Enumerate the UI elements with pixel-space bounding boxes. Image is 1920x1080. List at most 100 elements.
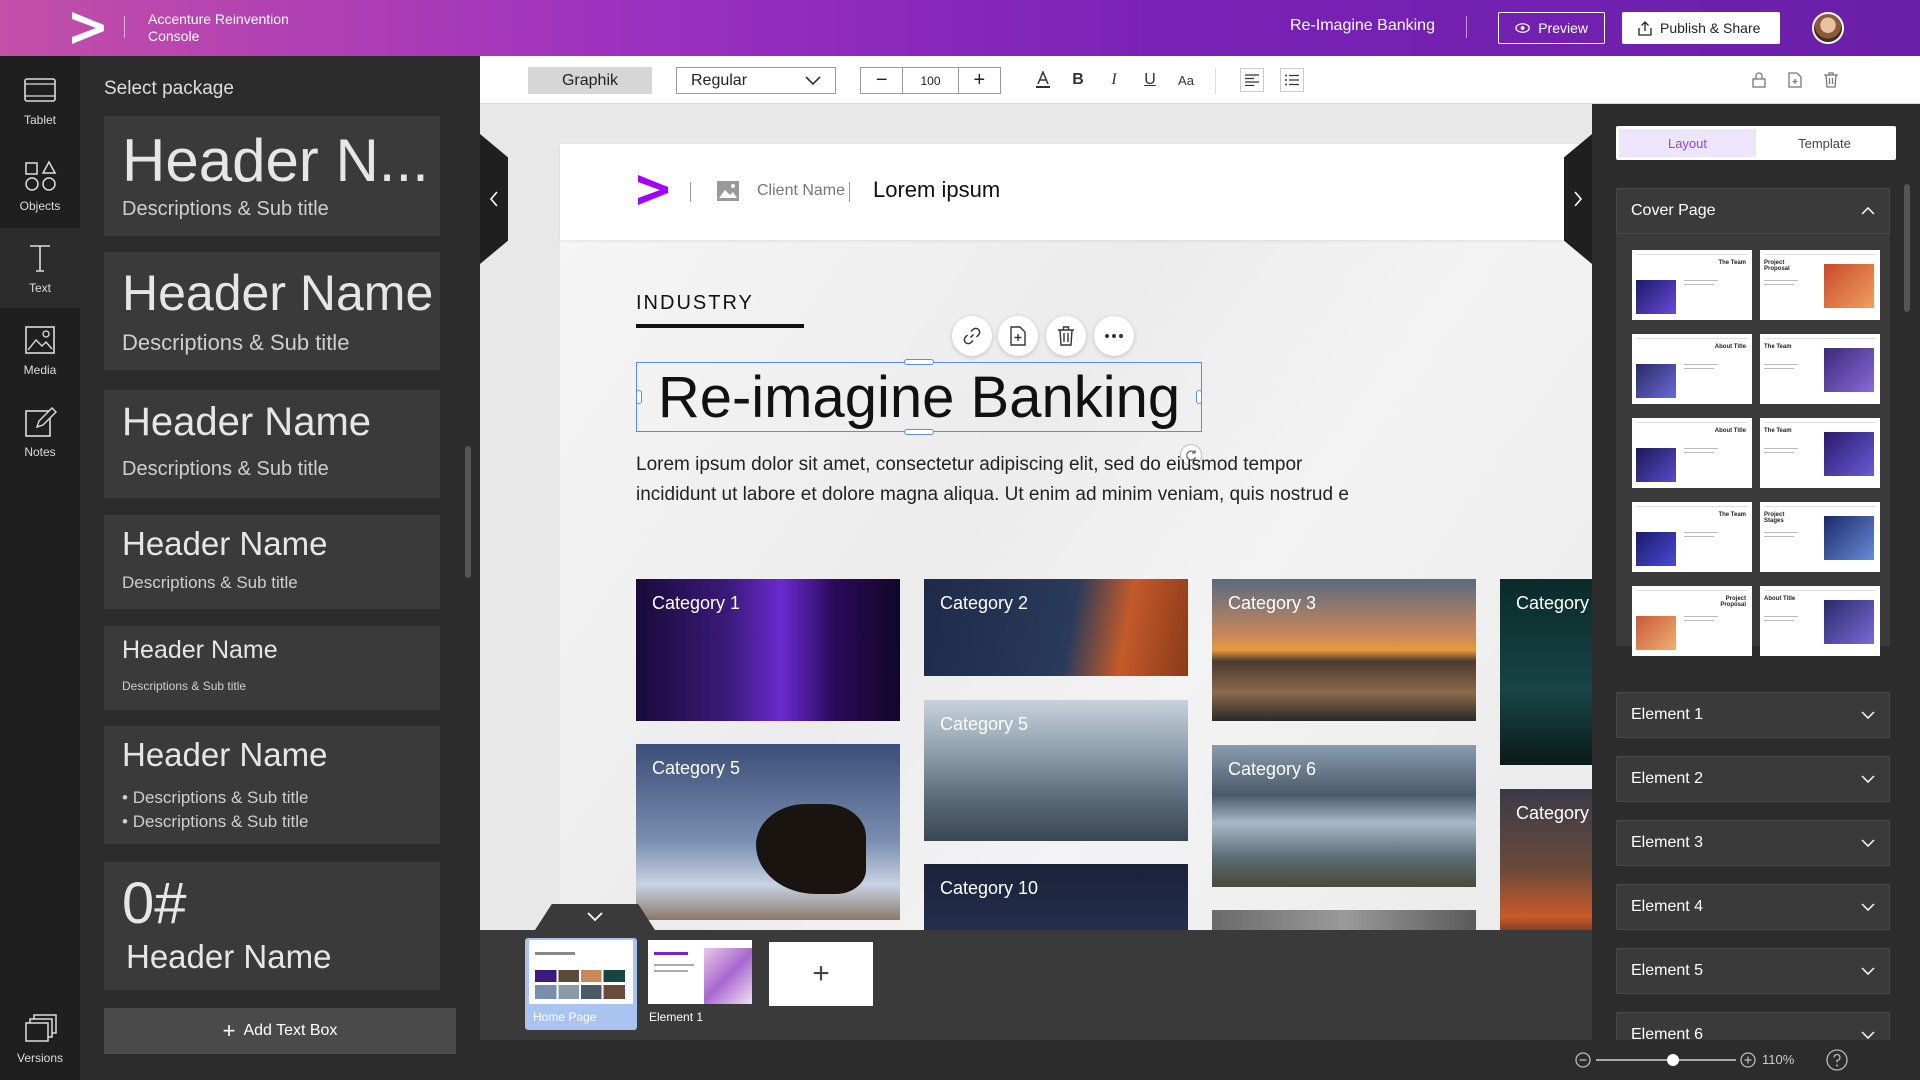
help-icon[interactable] [1826,1049,1848,1071]
rail-item-versions[interactable]: Versions [0,998,80,1078]
category-label: Category 6 [1228,759,1317,779]
text-color-icon[interactable] [1031,68,1055,92]
accenture-logo[interactable] [70,12,104,44]
duplicate-button[interactable] [998,316,1038,356]
resize-handle-top[interactable] [904,359,934,365]
template-thumb[interactable]: The Team [1760,334,1880,404]
element-accordion[interactable]: Element 3 [1616,820,1890,866]
category-tile-5[interactable]: Category 5 [636,744,900,920]
zoom-in-icon[interactable] [1740,1052,1756,1068]
slide-title[interactable]: Re-imagine Banking [636,362,1202,432]
package-card-5[interactable]: Header Name Descriptions & Sub title [104,626,440,710]
plus-icon: + [222,1018,236,1043]
category-tile-2[interactable]: Category 2 [924,579,1188,676]
element-accordion[interactable]: Element 5 [1616,948,1890,994]
template-line [1684,284,1714,285]
add-text-box-button[interactable]: + Add Text Box [104,1008,456,1054]
template-thumb[interactable]: The Team [1760,418,1880,488]
collapse-left-panel-button[interactable] [480,134,508,264]
more-options-button[interactable] [1094,316,1134,356]
category-tile-4[interactable]: Category [1500,579,1592,765]
editor-canvas[interactable]: Client Name Lorem ipsum INDUSTRY Re-imag… [480,104,1592,930]
element-accordion[interactable]: Element 2 [1616,756,1890,802]
resize-handle-bottom[interactable] [904,429,934,435]
template-thumb[interactable]: About Title [1632,334,1752,404]
text-icon [30,245,50,272]
publish-share-button[interactable]: Publish & Share [1622,12,1780,44]
align-left-icon[interactable] [1240,68,1264,92]
category-tile-10[interactable]: Category 10 [924,864,1188,930]
decrease-size-button[interactable]: − [861,68,902,93]
body-text[interactable]: Lorem ipsum dolor sit amet, consectetur … [636,450,1436,510]
user-avatar[interactable] [1812,12,1844,44]
zoom-slider-thumb[interactable] [1667,1054,1679,1066]
client-name[interactable]: Client Name [757,182,845,200]
template-line [1764,536,1794,537]
scrollbar-thumb[interactable] [1904,184,1910,312]
font-weight-select[interactable]: Regular [676,67,836,94]
add-page-button[interactable]: + [769,942,873,1006]
package-card-2[interactable]: Header Name Descriptions & Sub title [104,252,440,370]
template-thumb[interactable]: About Title [1632,418,1752,488]
category-tile-1[interactable]: Category 1 [636,579,900,721]
element-accordion[interactable]: Element 1 [1616,692,1890,738]
package-card-1[interactable]: Header N... Descriptions & Sub title [104,116,440,236]
font-size-value[interactable]: 100 [902,68,959,93]
font-family-select[interactable]: Graphik [528,67,652,94]
link-button[interactable] [952,316,992,356]
zoom-out-icon[interactable] [1575,1052,1591,1068]
template-thumb[interactable]: Project Proposal [1760,250,1880,320]
package-card-4[interactable]: Header Name Descriptions & Sub title [104,515,440,609]
rail-item-objects[interactable]: Objects [0,146,80,226]
package-card-7[interactable]: 0# Header Name [104,862,440,990]
cover-page-accordion[interactable]: Cover Page [1616,188,1890,234]
collapse-filmstrip-button[interactable] [535,904,655,930]
trash-icon[interactable] [1819,68,1843,92]
lock-icon[interactable] [1747,68,1771,92]
template-line [1764,422,1876,423]
image-placeholder-icon[interactable] [716,180,740,202]
rail-item-tablet[interactable]: Tablet [0,60,80,140]
slide-header[interactable]: Client Name Lorem ipsum [560,144,1592,240]
element-accordion[interactable]: Element 4 [1616,884,1890,930]
category-tile-3[interactable]: Category 3 [1212,579,1476,721]
underline-icon[interactable]: U [1138,68,1162,92]
bold-icon[interactable]: B [1066,68,1090,92]
category-tile-5b[interactable]: Category 5 [924,700,1188,841]
category-tile-6[interactable]: Category 6 [1212,745,1476,887]
increase-size-button[interactable]: + [959,68,1000,93]
duplicate-icon[interactable] [1783,68,1807,92]
page-thumb-home-preview[interactable] [529,940,633,1004]
font-weight-value: Regular [691,71,748,89]
template-thumb[interactable]: The Team [1632,502,1752,572]
category-tile-7[interactable]: Category [1500,789,1592,930]
tab-template[interactable]: Template [1756,129,1893,157]
element-accordion[interactable]: Element 6 [1616,1012,1890,1040]
rail-item-media[interactable]: Media [0,310,80,390]
zoom-slider[interactable] [1596,1054,1736,1066]
resize-handle-left[interactable] [636,390,642,404]
package-card-3[interactable]: Header Name Descriptions & Sub title [104,390,440,498]
template-line [1764,364,1798,365]
category-tile-partial[interactable] [1212,910,1476,930]
scrollbar-thumb[interactable] [465,446,471,578]
rail-item-notes[interactable]: Notes [0,392,80,472]
industry-label[interactable]: INDUSTRY [636,292,754,315]
header-text[interactable]: Lorem ipsum [873,177,1000,203]
template-thumb[interactable]: About Title [1760,586,1880,656]
slide[interactable]: Client Name Lorem ipsum INDUSTRY Re-imag… [560,144,1592,930]
tab-layout[interactable]: Layout [1619,129,1756,157]
rail-item-text[interactable]: Text [0,228,80,308]
template-thumb[interactable]: Project Proposal [1632,586,1752,656]
template-thumb[interactable]: The Team [1632,250,1752,320]
delete-button[interactable] [1046,316,1086,356]
page-thumb-element-1[interactable] [648,940,752,1004]
preview-button[interactable]: Preview [1498,12,1605,44]
template-thumb[interactable]: Project Stages [1760,502,1880,572]
font-size-stepper[interactable]: − 100 + [860,67,1001,94]
text-case-icon[interactable]: Aa [1174,68,1198,92]
resize-handle-right[interactable] [1196,390,1202,404]
italic-icon[interactable]: I [1102,68,1126,92]
bullet-list-icon[interactable] [1280,68,1304,92]
package-card-6[interactable]: Header Name • Descriptions & Sub title •… [104,726,440,844]
